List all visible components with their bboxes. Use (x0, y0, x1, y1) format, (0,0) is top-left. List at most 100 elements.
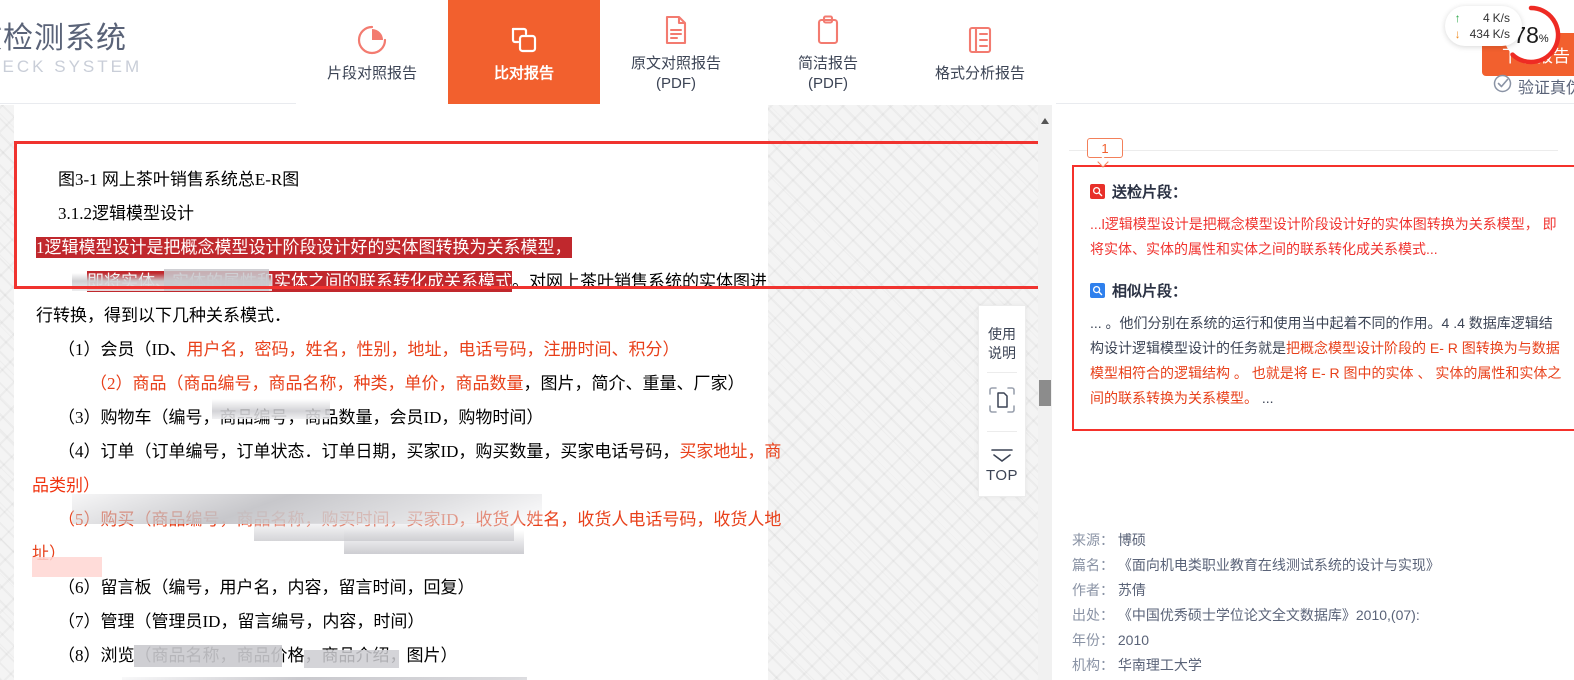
metadata-key: 作者： (1072, 582, 1114, 598)
tab-label: 比对报告 (493, 65, 554, 82)
highlighted-text: 1逻辑模型设计是把概念模型设计阶段设计好的实体图转换为关系模型， (36, 237, 572, 258)
highlighted-text: 即将实体、实体的属性和实体之间的联系转化成关系模式 (87, 271, 512, 292)
metadata-row-year: 年份： 2010 (1072, 628, 1572, 653)
document-line: （6）留言板（编号，用户名，内容，留言时间，回复） (14, 571, 768, 605)
check-circle-icon (1493, 74, 1518, 98)
document-plain-text: （7）管理（管理员ID，留言编号，内容，时间） (58, 612, 425, 631)
main-content: 图3-1 网上茶叶销售系统总E-R图 3.1.2逻辑模型设计 1逻辑模型设计是把… (0, 105, 1574, 680)
similar-fragment-header: 相似片段： (1090, 280, 1565, 301)
top-header-bar: 文检测系统 CHECK SYSTEM 片段对照报告 (0, 0, 1574, 116)
document-red-text: （5）购买（商品编号，商品名称，购买时间，买家ID，收货人姓名，收货人电话号码，… (58, 510, 782, 529)
arrow-up-icon: ↑ (1454, 11, 1461, 25)
metadata-value: 《中国优秀硕士学位论文全文数据库》2010,(07): (1117, 607, 1420, 623)
document-plain-text: （1）会员（ID、 (58, 340, 187, 359)
document-page: 图3-1 网上茶叶销售系统总E-R图 3.1.2逻辑模型设计 1逻辑模型设计是把… (14, 105, 781, 680)
document-text-icon (659, 10, 693, 50)
submitted-fragment-header: 送检片段： (1090, 181, 1565, 202)
document-line: （2）商品（商品编号，商品名称，种类，单价，商品数量，图片，简介、重量、厂家） (14, 367, 768, 401)
document-line: 址） (14, 537, 768, 571)
copy-compare-icon (507, 20, 541, 60)
submitted-fragment-title: 送检片段： (1112, 184, 1188, 201)
similar-text-tail: ... (1258, 390, 1274, 406)
verify-label: 验证真伪 (1517, 80, 1574, 97)
document-line: （5）购买（商品编号，商品名称，购买时间，买家ID，收货人姓名，收货人电话号码，… (14, 503, 781, 537)
download-speed-value: 434 (1469, 27, 1490, 41)
document-text-body: 图3-1 网上茶叶销售系统总E-R图 3.1.2逻辑模型设计 1逻辑模型设计是把… (14, 105, 781, 680)
similar-fragment-text: ... 。他们分别在系统的运行和使用当中起着不同的作用。4 .4 数据库逻辑结构… (1090, 311, 1565, 411)
document-line: （9）会员信息管理（管理员ID，会员ID，时间） (14, 673, 768, 680)
metadata-value: 博硕 (1117, 532, 1146, 548)
scroll-to-top-label: TOP (985, 466, 1019, 484)
scroll-up-arrow-icon[interactable] (1041, 111, 1049, 129)
tab-label: 片段对照报告 (326, 65, 417, 82)
metadata-key: 出处： (1072, 607, 1114, 623)
tab-label: 格式分析报告 (934, 65, 1025, 82)
document-line: （3）购物车（编号，商品编号，商品数量，会员ID，购物时间） (14, 401, 768, 435)
divider-line (1069, 150, 1558, 151)
document-red-text: 址） (32, 544, 66, 563)
submitted-fragment-text: ...l逻辑模型设计是把概念模型设计阶段设计好的实体图转换为关系模型， 即将实体… (1090, 216, 1557, 257)
download-speed-row: ↓ 434 K/s (1455, 26, 1510, 42)
document-line: 1逻辑模型设计是把概念模型设计阶段设计好的实体图转换为关系模型， (14, 231, 768, 265)
scroll-to-top-button[interactable]: TOP (978, 432, 1026, 496)
metadata-value: 苏倩 (1117, 582, 1146, 598)
document-scan-icon (989, 386, 1015, 418)
fragment-index-row: 1 (1053, 138, 1574, 162)
download-speed-unit: K/s (1492, 27, 1510, 41)
document-line: （8）浏览（商品名称，商品价格，商品介绍，图片） (14, 639, 768, 673)
document-red-text: 买家地址，商 (679, 442, 782, 461)
document-plain-text: （4）订单（订单编号，订单状态．订单日期，买家ID，购买数量，买家电话号码， (58, 442, 680, 461)
fragment-comparison-box: 送检片段： ...l逻辑模型设计是把概念模型设计阶段设计好的实体图转换为关系模型… (1072, 165, 1574, 431)
report-tabs: 片段对照报告 比对报告 原文对照报告 (PDF) 简洁报告 (PDF) 格式分析… (296, 0, 1056, 116)
fragment-number-badge[interactable]: 1 (1087, 138, 1123, 158)
document-line: 品类别） (14, 469, 768, 503)
metadata-key: 来源： (1072, 532, 1114, 548)
tab-label: 简洁报告 (PDF) (797, 55, 858, 92)
document-line: 3.1.2逻辑模型设计 (14, 197, 768, 231)
scrollbar-thumb[interactable] (1039, 380, 1051, 406)
site-logo[interactable]: 文检测系统 CHECK SYSTEM (0, 22, 232, 77)
report-page: 文检测系统 CHECK SYSTEM 片段对照报告 (0, 0, 1574, 680)
arrow-up-icon (990, 447, 1014, 466)
document-line: （4）订单（订单编号，订单状态．订单日期，买家ID，购买数量，买家电话号码，买家… (14, 435, 781, 469)
search-red-icon (1090, 184, 1105, 199)
pie-chart-icon (355, 20, 389, 60)
list-layout-icon (963, 20, 997, 60)
document-red-text: 品类别） (32, 476, 100, 495)
clipboard-icon (811, 10, 845, 50)
metadata-row-author: 作者： 苏倩 (1072, 578, 1572, 603)
metadata-row-institution: 机构： 华南理工大学 (1072, 653, 1572, 678)
arrow-down-icon: ↓ (1454, 27, 1461, 41)
network-speed-widget[interactable]: ↑ 4 K/s ↓ 434 K/s (1444, 6, 1522, 46)
source-metadata-list: 来源： 博硕 篇名： 《面向机电类职业教育在线测试系统的设计与实现》 作者： 苏… (1072, 528, 1572, 678)
tab-simple-report-pdf[interactable]: 简洁报告 (PDF) (752, 0, 904, 116)
document-line: （1）会员（ID、用户名，密码，姓名，性别，地址，电话号码，注册时间、积分） (14, 333, 768, 367)
metadata-value: 华南理工大学 (1117, 657, 1202, 673)
document-scan-button[interactable] (978, 373, 1026, 431)
metadata-row-source: 来源： 博硕 (1072, 528, 1572, 553)
metadata-value: 2010 (1117, 632, 1150, 648)
tab-format-analysis-report[interactable]: 格式分析报告 (904, 0, 1056, 104)
document-line: 即即即即将实体、实体的属性和实体之间的联系转化成关系模式。对网上茶叶销售系统的实… (14, 265, 768, 299)
document-plain-text: （6）留言板（编号，用户名，内容，留言时间，回复） (58, 578, 475, 597)
tab-compare-report[interactable]: 比对报告 (448, 0, 600, 104)
document-plain-text: 行转换，得到以下几种关系模式． (36, 306, 291, 325)
section-heading-text: 3.1.2逻辑模型设计 (58, 204, 194, 223)
metadata-key: 机构： (1072, 657, 1114, 673)
document-plain-text: （3）购物车（编号，商品编号，商品数量，会员ID，购物时间） (58, 408, 544, 427)
tab-original-compare-report-pdf[interactable]: 原文对照报告 (PDF) (600, 0, 752, 104)
metadata-key: 篇名： (1072, 557, 1114, 573)
logo-title-cn: 文检测系统 (0, 22, 127, 55)
metadata-key: 年份： (1072, 632, 1114, 648)
floating-side-toolbar: 使用 说明 TOP (978, 305, 1026, 497)
verify-authenticity-link[interactable]: 验证真伪 (1493, 74, 1574, 98)
tab-fragment-compare-report[interactable]: 片段对照报告 (296, 0, 448, 116)
document-viewer-pane[interactable]: 图3-1 网上茶叶销售系统总E-R图 3.1.2逻辑模型设计 1逻辑模型设计是把… (0, 105, 1040, 680)
usage-instructions-button[interactable]: 使用 说明 (978, 306, 1026, 372)
document-red-text: （2）商品（商品编号，商品名称，种类，单价，商品数量 (90, 374, 524, 393)
gauge-percent-sign: % (1538, 33, 1549, 45)
similar-fragment-title: 相似片段： (1112, 283, 1188, 300)
document-scrollbar[interactable] (1038, 105, 1052, 680)
usage-instructions-label: 使用 说明 (988, 326, 1016, 361)
